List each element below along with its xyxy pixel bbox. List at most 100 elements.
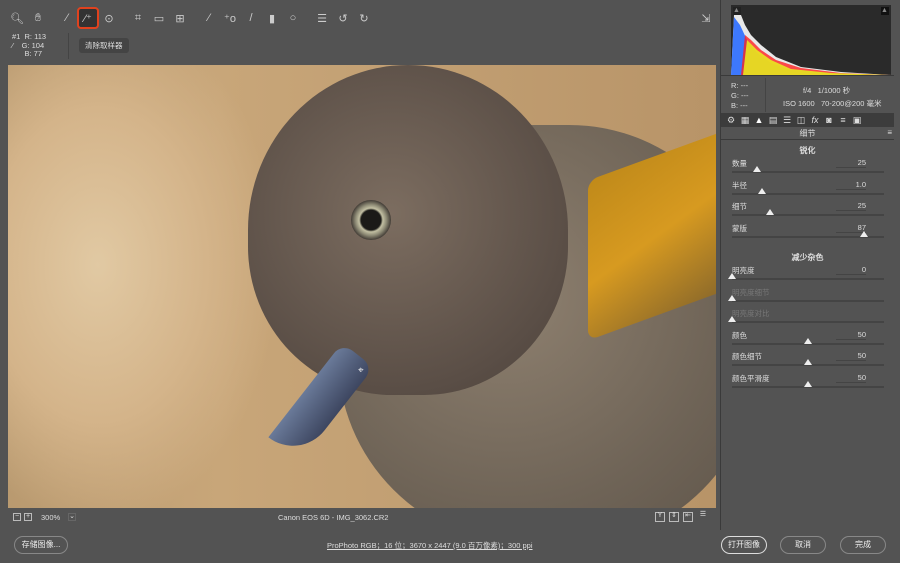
slider-track[interactable] [732, 321, 884, 323]
toolbar: 🔍︎ ✋︎ ⁄ ⁄⁺ ⊙ ⌗ ▭ ⊞ ⁄ ⁺o / ▮ ○ ☰ ↺ ↻ ⇲ [8, 6, 718, 30]
rotate-left-icon[interactable]: ↺ [334, 9, 352, 27]
slider-track[interactable] [732, 278, 884, 280]
slider-thumb[interactable] [766, 209, 774, 215]
slider-thumb[interactable] [728, 273, 736, 279]
presets-list-icon[interactable]: ☰ [313, 9, 331, 27]
tab-presets-icon[interactable]: ≡ [836, 115, 850, 125]
tab-lens-icon[interactable]: ◫ [794, 115, 808, 126]
spot-removal-tool-icon[interactable]: ⁄ [200, 9, 218, 27]
open-preferences-icon[interactable]: ⇲ [697, 9, 715, 27]
info-r: R: --- [731, 81, 749, 90]
slider-label: 明亮度对比 [732, 309, 770, 318]
slider-sharpen-1[interactable]: 半径 1.0 [732, 180, 884, 200]
tab-effects-icon[interactable]: fx [808, 115, 822, 125]
zoom-in-button[interactable]: + [24, 513, 32, 521]
slider-sharpen-2[interactable]: 细节 25 [732, 201, 884, 221]
right-panel: ▲ ▲ R: --- G: --- B: --- f/4 1/1000 秒 IS… [720, 0, 894, 530]
slider-track[interactable] [732, 299, 884, 302]
radial-filter-icon[interactable]: ○ [284, 9, 302, 27]
tab-tone-curve-icon[interactable]: ▦ [738, 115, 752, 126]
slider-value[interactable]: 1.0 [836, 180, 866, 190]
toggle-settings-icon[interactable]: ☰ [698, 511, 708, 522]
status-bar: − + 300% ⌄ Canon EOS 6D - IMG_3062.CR2 Y… [8, 508, 716, 526]
slider-label: 半径 [732, 180, 747, 190]
rotate-right-icon[interactable]: ↻ [355, 9, 373, 27]
histogram: ▲ ▲ [731, 5, 891, 75]
slider-value[interactable]: 0 [836, 265, 866, 275]
targeted-adjustment-tool-icon[interactable]: ⊙ [100, 9, 118, 27]
slider-noise-0[interactable]: 明亮度 0 [728, 265, 884, 285]
slider-thumb[interactable] [758, 187, 767, 194]
slider-label: 颜色 [732, 330, 747, 340]
slider-track[interactable] [732, 192, 884, 195]
panel-menu-icon[interactable]: ≡ [887, 128, 892, 137]
slider-value[interactable]: 25 [836, 201, 866, 211]
slider-noise-2[interactable]: 明亮度对比 [728, 308, 884, 328]
slider-track[interactable] [732, 214, 884, 216]
zoom-tool-icon[interactable]: 🔍︎ [8, 9, 26, 27]
sampler-b: B: 77 [24, 49, 43, 58]
red-eye-tool-icon[interactable]: ⁺o [221, 9, 239, 27]
sharpening-title: 锐化 [799, 146, 816, 155]
zoom-out-button[interactable]: − [13, 513, 21, 521]
tab-camera-calibration-icon[interactable]: ◙ [822, 115, 836, 125]
panel-title-text: 细节 [799, 129, 816, 138]
bottom-bar: 存储图像... ProPhoto RGB；16 位；3670 x 2447 (9… [0, 530, 900, 563]
tab-hsl-icon[interactable]: ▤ [766, 115, 780, 126]
slider-noise-4[interactable]: 颜色细节 50 [732, 351, 884, 371]
white-balance-tool-icon[interactable]: ⁄ [58, 9, 76, 27]
slider-thumb[interactable] [804, 337, 812, 344]
slider-noise-1[interactable]: 明亮度细节 [728, 287, 884, 307]
slider-thumb[interactable] [860, 230, 869, 237]
zoom-level: 300% [41, 513, 61, 522]
copy-settings-icon[interactable]: ⇤ [683, 512, 693, 522]
save-image-button[interactable]: 存储图像... [14, 536, 68, 554]
slider-value[interactable]: 50 [836, 330, 866, 340]
slider-thumb[interactable] [804, 380, 812, 387]
transform-tool-icon[interactable]: ⊞ [171, 9, 189, 27]
sampler-marker-icon[interactable]: ⌖ [358, 365, 364, 376]
aperture: f/4 [803, 86, 812, 95]
image-preview[interactable]: ⌖ [8, 65, 716, 508]
cancel-button[interactable]: 取消 [780, 536, 826, 554]
slider-label: 细节 [732, 202, 747, 211]
slider-value[interactable]: 50 [836, 351, 866, 361]
slider-label: 蒙版 [732, 223, 747, 233]
shadow-clipping-icon[interactable]: ▲ [733, 7, 741, 15]
slider-value[interactable]: 25 [836, 158, 866, 168]
slider-label: 颜色细节 [732, 352, 762, 361]
workflow-options-link[interactable]: ProPhoto RGB；16 位；3670 x 2447 (9.0 百万像素)… [327, 540, 533, 551]
crop-tool-icon[interactable]: ⌗ [129, 9, 147, 27]
tab-split-toning-icon[interactable]: ☰ [780, 115, 794, 126]
info-b: B: --- [731, 101, 748, 110]
slider-thumb[interactable] [753, 166, 762, 172]
highlight-clipping-icon[interactable]: ▲ [881, 7, 889, 15]
slider-thumb[interactable] [804, 359, 812, 365]
lens: 70-200@200 毫米 [820, 99, 882, 108]
swap-before-after-icon[interactable]: ⇕ [669, 512, 679, 522]
adjustment-brush-icon[interactable]: / [242, 9, 260, 27]
color-sampler-tool-icon[interactable]: ⁄⁺ [77, 7, 99, 29]
tab-detail-icon[interactable]: ▲ [752, 115, 766, 125]
slider-noise-5[interactable]: 颜色平滑度 50 [732, 373, 884, 393]
slider-thumb[interactable] [728, 316, 736, 322]
slider-sharpen-3[interactable]: 蒙版 87 [732, 223, 884, 243]
tab-snapshots-icon[interactable]: ▣ [850, 115, 864, 126]
clear-samplers-button[interactable]: 清除取样器 [79, 38, 129, 53]
before-after-icon[interactable]: Y [655, 512, 665, 522]
hand-tool-icon[interactable]: ✋︎ [29, 9, 47, 27]
shutter-speed: 1/1000 秒 [817, 86, 851, 95]
done-button[interactable]: 完成 [840, 536, 886, 554]
slider-value[interactable]: 50 [836, 373, 866, 383]
straighten-tool-icon[interactable]: ▭ [150, 9, 168, 27]
open-image-button[interactable]: 打开图像 [721, 536, 767, 554]
zoom-dropdown[interactable]: ⌄ [68, 513, 76, 521]
slider-sharpen-0[interactable]: 数量 25 [732, 158, 884, 178]
tab-basic-icon[interactable]: ⚙ [724, 115, 738, 126]
graduated-filter-icon[interactable]: ▮ [263, 9, 281, 27]
histogram-graph [731, 10, 891, 75]
slider-thumb[interactable] [728, 294, 736, 301]
color-sampler-readout: #1 R: 113 ⁄ G: 104 B: 77 [12, 32, 46, 59]
slider-noise-3[interactable]: 颜色 50 [732, 330, 884, 350]
slider-label: 数量 [732, 159, 747, 168]
